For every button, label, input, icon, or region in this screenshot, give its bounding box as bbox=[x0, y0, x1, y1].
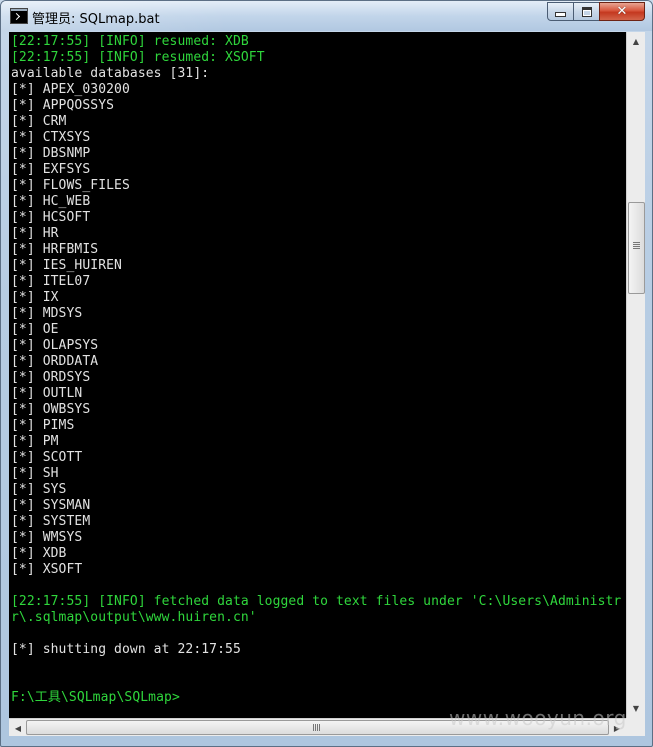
minimize-icon bbox=[555, 12, 566, 17]
console-line: [*] FLOWS_FILES bbox=[11, 178, 130, 193]
close-icon: ✕ bbox=[616, 4, 628, 19]
console-line: [*] SYSTEM bbox=[11, 514, 91, 529]
close-button[interactable]: ✕ bbox=[599, 2, 645, 21]
console-line: [*] EXFSYS bbox=[11, 162, 91, 177]
console-line: [*] SYS bbox=[11, 482, 67, 497]
maximize-icon bbox=[581, 6, 592, 17]
console-line: [22:17:55] [INFO] fetched data logged to… bbox=[11, 594, 622, 609]
console-line: [*] CTXSYS bbox=[11, 130, 91, 145]
console-line: [*] SYSMAN bbox=[11, 498, 91, 513]
window-title: 管理员: SQLmap.bat bbox=[32, 12, 160, 27]
scrollbar-corner bbox=[626, 718, 645, 736]
console-line: r\.sqlmap\output\www.huiren.cn' bbox=[11, 610, 257, 625]
console-line: [*] HCSOFT bbox=[11, 210, 91, 225]
console-line: [*] ITEL07 bbox=[11, 274, 91, 289]
console-line: [*] DBSNMP bbox=[11, 146, 91, 161]
console-line: [22:17:55] [INFO] resumed: XDB bbox=[11, 34, 249, 49]
console-line: F:\工具\SQLmap\SQLmap> bbox=[11, 690, 180, 705]
console-line: [*] APEX_030200 bbox=[11, 82, 130, 97]
console-line: [*] IX bbox=[11, 290, 59, 305]
console-line: [*] HC_WEB bbox=[11, 194, 91, 209]
scroll-left-button[interactable]: ◀ bbox=[10, 720, 26, 736]
console-line: [*] XDB bbox=[11, 546, 67, 561]
console-line: [*] WMSYS bbox=[11, 530, 83, 545]
grip-icon bbox=[313, 724, 314, 731]
console-line: [*] HR bbox=[11, 226, 59, 241]
console-window: 管理员: SQLmap.bat ✕ [22:17:55] [INFO] resu… bbox=[0, 0, 653, 747]
console-line: [*] PM bbox=[11, 434, 59, 449]
console-line: [*] OLAPSYS bbox=[11, 338, 99, 353]
console-line: [*] ORDSYS bbox=[11, 370, 91, 385]
console-line: [*] MDSYS bbox=[11, 306, 83, 321]
grip-icon bbox=[633, 242, 640, 243]
console-line: [*] SCOTT bbox=[11, 450, 83, 465]
console-line: [*] OUTLN bbox=[11, 386, 83, 401]
title-bar[interactable]: 管理员: SQLmap.bat ✕ bbox=[1, 1, 652, 31]
console-line: [*] PIMS bbox=[11, 418, 75, 433]
console-line: [*] CRM bbox=[11, 114, 67, 129]
console-output[interactable]: [22:17:55] [INFO] resumed: XDB [22:17:55]… bbox=[9, 32, 626, 718]
scroll-down-button[interactable]: ▼ bbox=[628, 700, 644, 716]
scroll-up-button[interactable]: ▲ bbox=[628, 33, 644, 49]
vertical-scroll-thumb[interactable] bbox=[628, 202, 645, 294]
minimize-button[interactable] bbox=[547, 2, 574, 21]
console-window-icon[interactable] bbox=[10, 8, 28, 24]
maximize-button[interactable] bbox=[573, 2, 600, 21]
console-line: [*] OE bbox=[11, 322, 59, 337]
watermark: www.wooyun.org bbox=[449, 706, 627, 730]
console-line: [*] OWBSYS bbox=[11, 402, 91, 417]
console-line: [*] SH bbox=[11, 466, 59, 481]
vertical-scrollbar[interactable]: ▲ ▼ bbox=[626, 32, 645, 718]
console-line: [*] IES_HUIREN bbox=[11, 258, 122, 273]
console-line: [22:17:55] [INFO] resumed: XSOFT bbox=[11, 50, 265, 65]
console-line: [*] APPQOSSYS bbox=[11, 98, 115, 113]
console-line: available databases [31]: bbox=[11, 66, 210, 81]
console-line: [*] shutting down at 22:17:55 bbox=[11, 642, 241, 657]
console-line: [*] HRFBMIS bbox=[11, 242, 99, 257]
console-line: [*] XSOFT bbox=[11, 562, 83, 577]
console-line: [*] ORDDATA bbox=[11, 354, 99, 369]
